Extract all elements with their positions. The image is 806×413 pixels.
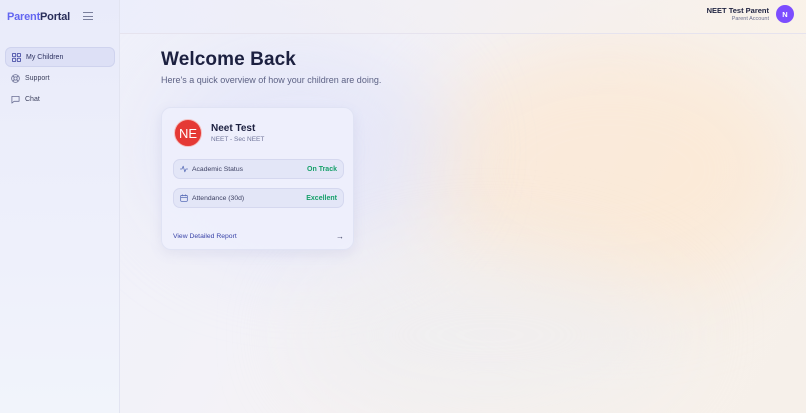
stat-label: Attendance (30d): [192, 194, 245, 202]
user-name: NEET Test Parent: [706, 6, 769, 15]
report-link-label: View Detailed Report: [173, 233, 237, 240]
brand-part-2: Portal: [40, 11, 71, 23]
activity-icon: [180, 165, 188, 173]
menu-toggle-button[interactable]: [81, 10, 95, 24]
background-glow-warm: [420, 40, 800, 300]
brand-part-1: Parent: [7, 11, 41, 23]
page-title: Welcome Back: [161, 49, 296, 70]
attendance-row: Attendance (30d) Excellent: [173, 188, 344, 208]
sidebar-nav: My Children Support Chat: [5, 47, 115, 110]
grid-icon: [11, 52, 21, 62]
sidebar-item-label: Chat: [25, 95, 40, 103]
calendar-icon: [180, 194, 188, 202]
sidebar-item-support[interactable]: Support: [5, 68, 115, 88]
sidebar-item-my-children[interactable]: My Children: [5, 47, 115, 67]
arrow-right-icon: →: [336, 232, 344, 241]
lifebuoy-icon: [10, 73, 20, 83]
background-glow-neutral: [300, 250, 680, 413]
page-subtitle: Here's a quick overview of how your chil…: [161, 75, 382, 85]
stat-value: On Track: [307, 165, 337, 173]
child-avatar: NE: [174, 119, 202, 147]
sidebar-item-label: Support: [25, 74, 50, 82]
child-class: NEET - Sec NEET: [211, 136, 265, 143]
top-bar: NEET Test Parent Parent Account N: [120, 0, 806, 34]
view-detailed-report-link[interactable]: View Detailed Report →: [173, 232, 344, 241]
user-avatar[interactable]: N: [776, 5, 794, 23]
stat-label: Academic Status: [192, 165, 243, 173]
stat-value: Excellent: [306, 194, 337, 202]
user-role: Parent Account: [731, 16, 769, 22]
sidebar: ParentPortal My Children Support Chat: [0, 0, 120, 413]
sidebar-item-chat[interactable]: Chat: [5, 89, 115, 109]
hamburger-icon-line: [83, 15, 93, 17]
message-icon: [10, 94, 20, 104]
hamburger-icon-line: [83, 12, 93, 14]
child-name: Neet Test: [211, 123, 256, 134]
sidebar-item-label: My Children: [26, 53, 64, 61]
brand-logo[interactable]: ParentPortal: [7, 11, 70, 23]
hamburger-icon-line: [83, 19, 93, 21]
child-card: NE Neet Test NEET - Sec NEET Academic St…: [161, 107, 354, 250]
academic-status-row: Academic Status On Track: [173, 159, 344, 179]
